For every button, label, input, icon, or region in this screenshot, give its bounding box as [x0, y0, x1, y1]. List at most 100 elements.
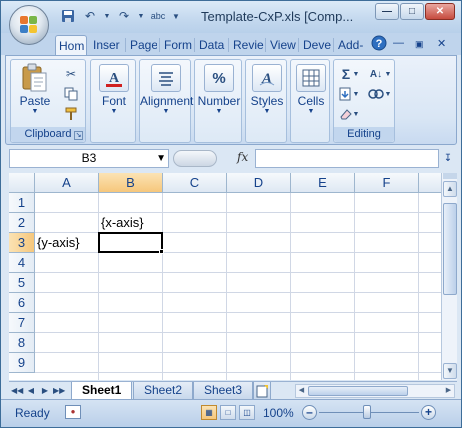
font-button[interactable]: A Font ▼ — [95, 64, 133, 115]
alignment-button[interactable]: Alignment ▼ — [140, 64, 193, 115]
font-label: Font — [101, 94, 126, 108]
name-box[interactable]: B3 ▼ — [9, 149, 169, 168]
tab-data[interactable]: Data — [196, 35, 226, 55]
clipboard-group: Paste ▼ ✂ Clipboard ↘ — [10, 59, 86, 143]
close-button[interactable]: ✕ — [425, 3, 455, 20]
maximize-button[interactable]: □ — [400, 3, 424, 20]
cell-b2[interactable]: {x-axis} — [101, 213, 144, 233]
formula-bar-expand-icon[interactable]: ↧ — [441, 149, 455, 168]
row-header-7[interactable]: 7 — [9, 313, 35, 333]
format-painter-icon[interactable] — [63, 106, 79, 122]
zoom-level[interactable]: 100% — [263, 406, 294, 420]
horizontal-scrollbar[interactable]: ◀ ▶ — [295, 384, 455, 398]
column-header-a[interactable]: A — [35, 173, 99, 193]
alignment-icon — [151, 64, 181, 92]
tab-review[interactable]: Revie — [230, 35, 264, 55]
save-icon[interactable] — [59, 8, 77, 24]
autosum-dropdown-icon[interactable]: ▼ — [352, 66, 360, 82]
name-box-dropdown-icon[interactable]: ▼ — [156, 150, 166, 167]
undo-icon[interactable]: ↶ — [81, 8, 99, 24]
row-header-9[interactable]: 9 — [9, 353, 35, 373]
cut-icon[interactable]: ✂ — [63, 66, 79, 82]
cell-a3[interactable]: {y-axis} — [37, 233, 80, 253]
tab-insert[interactable]: Inser — [90, 35, 124, 55]
number-button[interactable]: % Number ▼ — [195, 64, 243, 115]
row-header-3[interactable]: 3 — [9, 233, 35, 253]
zoom-out-icon[interactable]: – — [302, 405, 317, 420]
vertical-split-handle[interactable] — [443, 173, 457, 179]
tab-home[interactable]: Hom — [55, 35, 87, 55]
undo-dropdown-icon[interactable]: ▼ — [103, 8, 111, 24]
tab-formulas[interactable]: Form — [161, 35, 193, 55]
row-header-2[interactable]: 2 — [9, 213, 35, 233]
ribbon-close-icon[interactable]: ✕ — [437, 37, 446, 50]
zoom-slider[interactable] — [363, 405, 371, 419]
styles-button[interactable]: A Styles ▼ — [246, 64, 288, 115]
insert-function-icon[interactable]: fx — [237, 150, 248, 164]
row-header-4[interactable]: 4 — [9, 253, 35, 273]
cells-button[interactable]: Cells ▼ — [291, 64, 331, 115]
next-sheet-icon[interactable]: ▶ — [39, 384, 51, 398]
worksheet-grid[interactable]: A B C D E F 1 2 3 4 5 6 7 8 9 {x-axis} {… — [9, 173, 441, 380]
minimize-button[interactable]: — — [375, 3, 399, 20]
scroll-left-icon[interactable]: ◀ — [296, 385, 307, 397]
tab-developer[interactable]: Deve — [300, 35, 332, 55]
insert-sheet-icon[interactable] — [253, 382, 271, 400]
sheet-tab-sheet1[interactable]: Sheet1 — [71, 382, 133, 400]
row-header-6[interactable]: 6 — [9, 293, 35, 313]
sheet-tab-sheet3[interactable]: Sheet3 — [193, 382, 254, 400]
row-header-5[interactable]: 5 — [9, 273, 35, 293]
copy-icon[interactable] — [63, 86, 79, 102]
find-dropdown-icon[interactable]: ▼ — [384, 86, 392, 102]
scroll-up-icon[interactable]: ▲ — [443, 181, 457, 197]
sort-dropdown-icon[interactable]: ▼ — [384, 66, 392, 82]
redo-icon[interactable]: ↷ — [115, 8, 133, 24]
spelling-icon[interactable]: abc — [149, 8, 167, 24]
styles-label: Styles — [250, 94, 284, 108]
last-sheet-icon[interactable]: ▶▶ — [53, 384, 65, 398]
zoom-in-icon[interactable]: + — [421, 405, 436, 420]
fill-dropdown-icon[interactable]: ▼ — [352, 86, 360, 102]
office-button[interactable] — [9, 5, 49, 45]
help-icon[interactable]: ? — [371, 35, 387, 54]
redo-dropdown-icon[interactable]: ▼ — [137, 8, 145, 24]
sort-filter-icon[interactable]: A↓ — [368, 66, 384, 82]
paste-button[interactable]: Paste ▼ — [15, 63, 55, 115]
alignment-group: Alignment ▼ — [139, 59, 193, 143]
scroll-right-icon[interactable]: ▶ — [443, 385, 454, 397]
horizontal-scroll-thumb[interactable] — [308, 386, 408, 396]
column-header-g[interactable] — [419, 173, 441, 193]
row-header-1[interactable]: 1 — [9, 193, 35, 213]
formula-controls: fx — [171, 149, 255, 168]
row-header-8[interactable]: 8 — [9, 333, 35, 353]
styles-icon: A — [252, 64, 282, 92]
customize-icon[interactable]: ▼ — [171, 8, 181, 24]
scroll-down-icon[interactable]: ▼ — [443, 363, 457, 379]
sheet-tab-sheet2[interactable]: Sheet2 — [133, 382, 194, 400]
tab-add-ins[interactable]: Add- — [335, 35, 367, 55]
clipboard-launcher-icon[interactable]: ↘ — [74, 131, 83, 140]
fill-handle[interactable] — [159, 249, 164, 254]
page-break-view-icon[interactable]: ◫ — [239, 405, 255, 420]
ribbon-restore-icon[interactable]: ▣ — [415, 39, 424, 50]
column-header-c[interactable]: C — [163, 173, 227, 193]
column-header-e[interactable]: E — [291, 173, 355, 193]
select-all-corner[interactable] — [9, 173, 35, 193]
first-sheet-icon[interactable]: ◀◀ — [11, 384, 23, 398]
vertical-scrollbar[interactable]: ▲ ▼ — [441, 173, 457, 380]
vertical-scroll-thumb[interactable] — [443, 203, 457, 295]
normal-view-icon[interactable]: ▦ — [201, 405, 217, 420]
column-header-b[interactable]: B — [99, 173, 163, 193]
find-select-icon[interactable] — [368, 86, 384, 102]
macro-record-icon[interactable]: ● — [65, 405, 81, 419]
tab-view[interactable]: View — [267, 35, 297, 55]
prev-sheet-icon[interactable]: ◀ — [25, 384, 37, 398]
ribbon-minimize-icon[interactable]: — — [393, 37, 404, 49]
column-header-f[interactable]: F — [355, 173, 419, 193]
formula-input[interactable] — [255, 149, 439, 168]
tab-page-layout[interactable]: Page — [127, 35, 157, 55]
column-header-d[interactable]: D — [227, 173, 291, 193]
clear-dropdown-icon[interactable]: ▼ — [352, 106, 360, 122]
page-layout-view-icon[interactable]: □ — [220, 405, 236, 420]
active-cell-b3[interactable] — [98, 232, 163, 253]
